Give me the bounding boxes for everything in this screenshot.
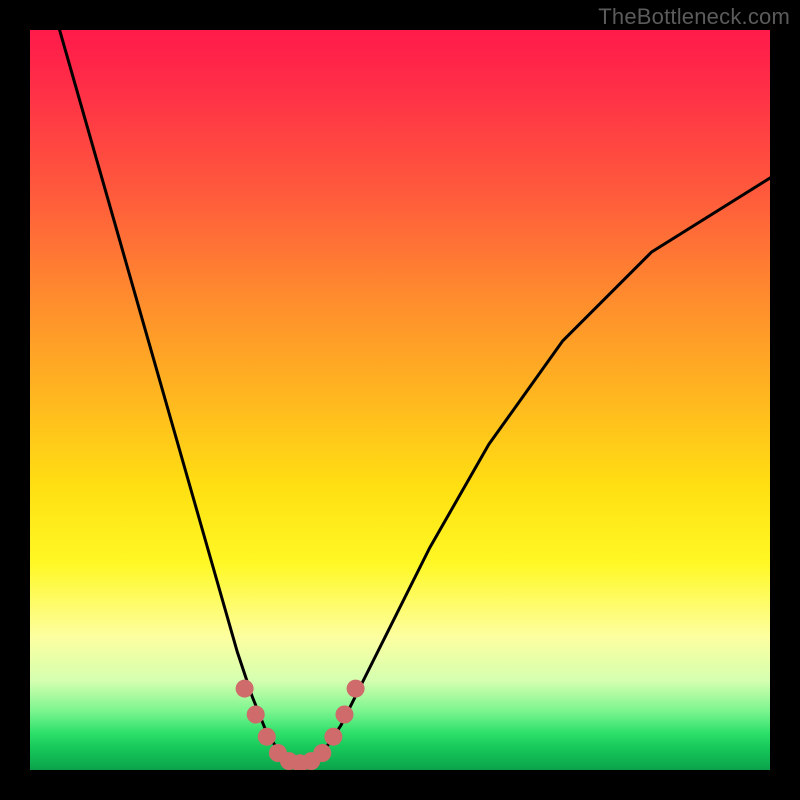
bottleneck-curve-line (60, 30, 770, 766)
marker-dot (324, 728, 342, 746)
chart-plot-area (30, 30, 770, 770)
marker-dot (347, 680, 365, 698)
bottleneck-curve-svg (30, 30, 770, 770)
marker-dot (247, 706, 265, 724)
marker-dot (258, 728, 276, 746)
watermark-text: TheBottleneck.com (598, 4, 790, 30)
marker-dot (236, 680, 254, 698)
marker-dot (336, 706, 354, 724)
curve-marker-dots (236, 680, 365, 770)
marker-dot (313, 744, 331, 762)
